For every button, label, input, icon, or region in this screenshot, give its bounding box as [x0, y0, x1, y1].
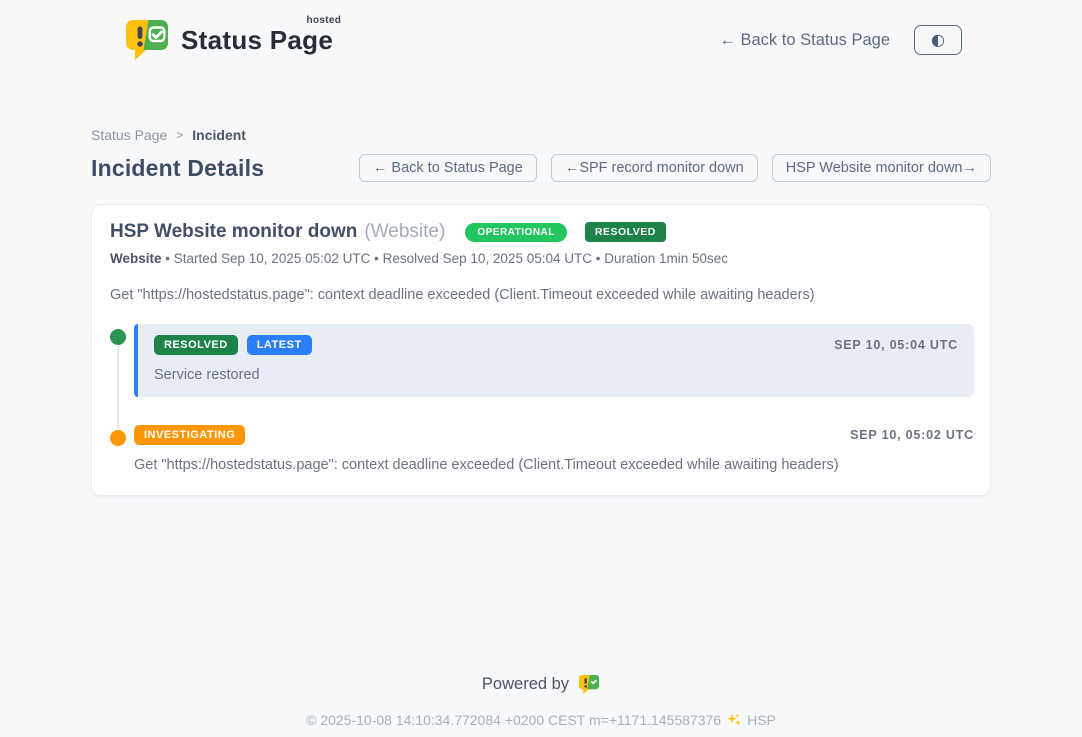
header: Status Page hosted ← Back to Status Page…	[0, 0, 1082, 66]
operational-status-badge: OPERATIONAL	[465, 223, 567, 242]
breadcrumb-incident: Incident	[192, 127, 246, 143]
status-page-logo-icon-small[interactable]	[578, 674, 600, 695]
timeline-entry-head: INVESTIGATING SEP 10, 05:02 UTC	[134, 425, 974, 445]
incident-card: HSP Website monitor down (Website) OPERA…	[91, 204, 991, 496]
resolved-state-badge: RESOLVED	[585, 222, 666, 242]
incident-title: HSP Website monitor down	[110, 221, 357, 243]
timeline-dot-column	[110, 324, 134, 397]
page-title: Incident Details	[91, 155, 264, 182]
breadcrumb: Status Page > Incident	[91, 127, 991, 143]
header-right: ← Back to Status Page ◐	[719, 25, 962, 55]
timeline-dot-column	[110, 425, 134, 473]
sparkles-icon	[726, 712, 742, 728]
timeline-dot-green	[110, 329, 126, 345]
timeline-entry-message: Get "https://hostedstatus.page": context…	[134, 457, 974, 473]
timeline-entry-badges: RESOLVED LATEST	[154, 335, 312, 355]
prev-incident-button[interactable]: ←SPF record monitor down	[551, 154, 758, 182]
copyright-text: © 2025-10-08 14:10:34.772084 +0200 CEST …	[306, 712, 721, 728]
timeline-entry-message: Service restored	[154, 367, 958, 383]
hosted-label: hosted	[307, 15, 342, 26]
incident-meta-component: Website	[110, 251, 162, 266]
powered-by: Powered by	[0, 674, 1082, 695]
brand-logo[interactable]: Status Page hosted	[124, 18, 339, 62]
status-page-logo-icon	[124, 18, 170, 62]
incident-meta: Website • Started Sep 10, 2025 05:02 UTC…	[110, 251, 974, 266]
incident-badges: OPERATIONAL RESOLVED	[465, 222, 666, 242]
back-to-status-page-button[interactable]: ← Back to Status Page	[359, 154, 537, 182]
powered-by-text: Powered by	[482, 675, 569, 694]
timeline-entry-timestamp: SEP 10, 05:04 UTC	[834, 338, 958, 352]
breadcrumb-status-page[interactable]: Status Page	[91, 127, 167, 143]
theme-toggle-button[interactable]: ◐	[914, 25, 962, 55]
incident-meta-details: • Started Sep 10, 2025 05:02 UTC • Resol…	[162, 251, 729, 266]
breadcrumb-separator-icon: >	[176, 128, 183, 142]
timeline-investigating-badge: INVESTIGATING	[134, 425, 245, 445]
timeline-entry-resolved: RESOLVED LATEST SEP 10, 05:04 UTC Servic…	[110, 324, 974, 397]
incident-timeline: RESOLVED LATEST SEP 10, 05:04 UTC Servic…	[110, 324, 974, 473]
footer: Powered by © 2025-10-08 14:10:34.772084 …	[0, 674, 1082, 728]
timeline-entry-plain: INVESTIGATING SEP 10, 05:02 UTC Get "htt…	[134, 425, 974, 473]
contrast-icon: ◐	[931, 32, 945, 48]
incident-component: (Website)	[364, 221, 445, 243]
incident-card-title-row: HSP Website monitor down (Website) OPERA…	[110, 221, 974, 243]
timeline-entry-investigating: INVESTIGATING SEP 10, 05:02 UTC Get "htt…	[110, 425, 974, 473]
timeline-latest-badge: LATEST	[247, 335, 312, 355]
timeline-entry-badges: INVESTIGATING	[134, 425, 245, 445]
timeline-entry-timestamp: SEP 10, 05:02 UTC	[850, 428, 974, 442]
header-back-to-status-page-link[interactable]: ← Back to Status Page	[719, 31, 890, 50]
brand-name: Status Page hosted	[181, 25, 339, 56]
timeline-dot-orange	[110, 430, 126, 446]
timeline-resolved-badge: RESOLVED	[154, 335, 238, 355]
main-content: Status Page > Incident Incident Details …	[91, 127, 991, 496]
timeline-entry-box: RESOLVED LATEST SEP 10, 05:04 UTC Servic…	[134, 324, 974, 397]
copyright-suffix: HSP	[747, 712, 776, 728]
incident-nav-buttons: ← Back to Status Page ←SPF record monito…	[359, 154, 991, 182]
brand-name-text: Status Page	[181, 25, 333, 55]
next-incident-button[interactable]: HSP Website monitor down→	[772, 154, 991, 182]
title-row: Incident Details ← Back to Status Page ←…	[91, 154, 991, 182]
incident-description: Get "https://hostedstatus.page": context…	[110, 287, 974, 303]
timeline-entry-head: RESOLVED LATEST SEP 10, 05:04 UTC	[154, 335, 958, 355]
copyright-line: © 2025-10-08 14:10:34.772084 +0200 CEST …	[0, 712, 1082, 728]
